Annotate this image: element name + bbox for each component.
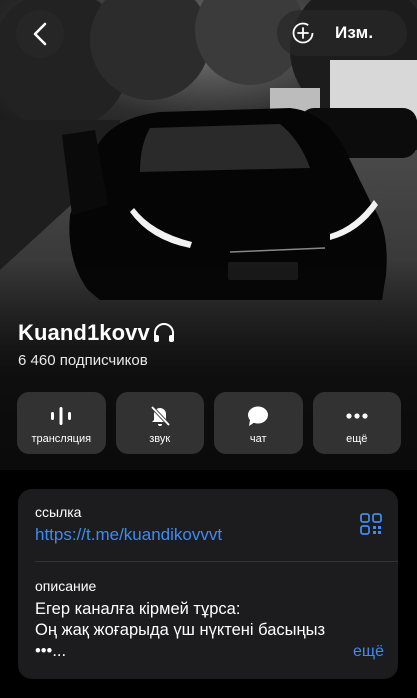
- description-line: •••...: [35, 642, 67, 660]
- broadcast-label: трансляция: [31, 432, 92, 445]
- channel-info-card: ссылка https://t.me/kuandikovvvt описани…: [18, 489, 398, 679]
- more-dots-icon: [346, 412, 368, 419]
- link-label: ссылка: [35, 504, 82, 520]
- description-line: Оң жақ жоғарыда үш нүктені басыңыз: [35, 621, 326, 639]
- headphones-icon: [153, 323, 174, 342]
- add-circle-icon: [292, 22, 314, 44]
- edit-button[interactable]: Изм.: [329, 23, 373, 43]
- chat-bubble-icon: [248, 406, 269, 426]
- chevron-left-icon: [33, 22, 47, 46]
- add-story-button[interactable]: [277, 10, 329, 56]
- qr-code-icon[interactable]: [360, 513, 382, 535]
- more-label: ещё: [346, 432, 368, 445]
- show-more-link[interactable]: ещё: [353, 643, 384, 661]
- more-button[interactable]: ещё: [312, 392, 401, 454]
- channel-title: Kuand1kovv: [18, 320, 176, 346]
- channel-name-text: Kuand1kovv: [18, 320, 150, 345]
- channel-link[interactable]: https://t.me/kuandikovvvt: [35, 525, 222, 545]
- card-divider: [35, 561, 398, 562]
- header-actions: Изм.: [277, 10, 407, 56]
- subscriber-count: 6 460 подписчиков: [18, 352, 148, 369]
- sound-button[interactable]: звук: [115, 392, 204, 454]
- description-line: Егер каналға кірмей тұрса:: [35, 600, 241, 618]
- sound-label: звук: [149, 432, 171, 445]
- back-button[interactable]: [16, 10, 64, 58]
- chat-button[interactable]: чат: [214, 392, 303, 454]
- channel-actions: трансляция звук чат ещё: [17, 392, 401, 454]
- bell-slash-icon: [150, 405, 171, 426]
- chat-label: чат: [249, 432, 267, 445]
- broadcast-button[interactable]: трансляция: [17, 392, 106, 454]
- description-label: описание: [35, 578, 97, 594]
- broadcast-icon: [51, 406, 72, 425]
- channel-description: Егер каналға кірмей тұрса: Оң жақ жоғары…: [35, 599, 395, 662]
